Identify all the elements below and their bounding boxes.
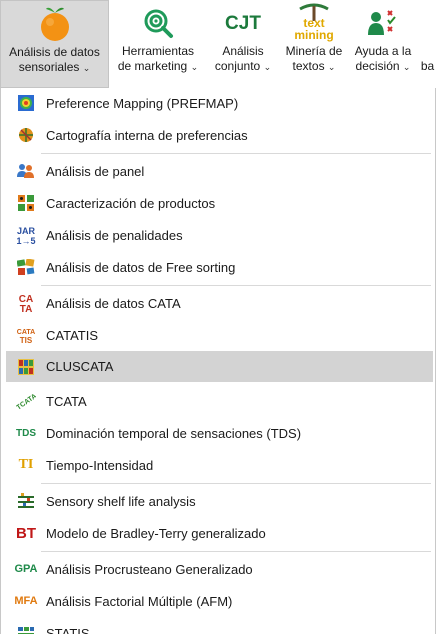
ribbon-text-mining-button[interactable]: text mining Minería de textos ⌄: [281, 0, 347, 88]
menu-item-mfa[interactable]: MFA Análisis Factorial Múltiple (AFM): [6, 586, 433, 616]
ribbon-label-line1: Herramientas: [121, 44, 195, 58]
ribbon-toolbar: Análisis de datos sensoriales ⌄ Herramie…: [0, 0, 436, 89]
menu-item-label: CLUSCATA: [46, 359, 114, 374]
product-grid-icon: [6, 195, 46, 211]
svg-text:mining: mining: [294, 28, 333, 42]
menu-item-label: Sensory shelf life analysis: [46, 493, 196, 509]
chevron-down-icon: ⌄: [82, 63, 91, 73]
ti-icon: TI: [18, 457, 34, 472]
ribbon-decision-support-button[interactable]: Ayuda a la decisión ⌄: [349, 0, 417, 88]
menu-item-prefmap[interactable]: Preference Mapping (PREFMAP): [6, 88, 433, 118]
text-mining-icon: text mining: [292, 2, 336, 44]
ribbon-label-line2: sensoriales: [18, 60, 80, 74]
ribbon-sensory-analysis-button[interactable]: Análisis de datos sensoriales ⌄: [0, 0, 109, 88]
menu-item-time-intensity[interactable]: TI Tiempo-Intensidad: [6, 450, 433, 480]
chevron-down-icon: ⌄: [402, 62, 411, 72]
menu-item-label: CATATIS: [46, 327, 98, 343]
cata-icon: CA TA: [6, 293, 46, 313]
menu-separator: [41, 551, 431, 552]
ribbon-label-line2: conjunto: [214, 59, 261, 73]
menu-item-label: Modelo de Bradley-Terry generalizado: [46, 525, 266, 541]
ribbon-conjoint-button[interactable]: CJT Análisis conjunto ⌄: [207, 0, 279, 88]
ribbon-label-line1: Análisis de datos: [9, 45, 100, 59]
cluscata-icon: [6, 358, 46, 375]
panel-people-icon: [6, 163, 46, 179]
menu-item-catatis[interactable]: CATA TIS CATATIS: [6, 320, 433, 350]
orange-fruit-icon: [38, 3, 72, 45]
menu-item-label: Análisis de penalidades: [46, 227, 183, 243]
svg-text:TA: TA: [20, 304, 33, 313]
svg-text:CATA: CATA: [17, 329, 35, 336]
free-sorting-icon: [6, 259, 46, 275]
bt-icon: BT: [16, 524, 36, 542]
menu-item-gpa[interactable]: GPA Análisis Procrusteano Generalizado: [6, 554, 433, 584]
menu-item-product-characterization[interactable]: Caracterización de productos: [6, 188, 433, 218]
menu-item-label: TCATA: [46, 393, 87, 409]
ribbon-label-line2: de marketing: [117, 59, 188, 73]
menu-item-label: STATIS: [46, 625, 90, 634]
menu-item-tcata[interactable]: TCATA TCATA: [6, 386, 433, 416]
menu-item-cata-analysis[interactable]: CA TA Análisis de datos CATA: [6, 288, 433, 318]
menu-item-label: Preference Mapping (PREFMAP): [46, 95, 239, 111]
menu-item-panel-analysis[interactable]: Análisis de panel: [6, 156, 433, 186]
menu-separator: [41, 153, 431, 154]
menu-item-label: Cartografía interna de preferencias: [46, 127, 248, 143]
chevron-down-icon: ⌄: [263, 62, 272, 72]
menu-separator: [41, 285, 431, 286]
menu-separator: [41, 483, 431, 484]
gpa-icon: GPA: [14, 563, 38, 575]
menu-item-label: Tiempo-Intensidad: [46, 457, 154, 473]
menu-item-penalty-analysis[interactable]: JAR 1→5 Análisis de penalidades: [6, 220, 433, 250]
ribbon-label-line1: Ayuda a la: [354, 44, 412, 58]
menu-item-label: Análisis Factorial Múltiple (AFM): [46, 593, 233, 609]
sensory-analysis-dropdown-menu: Preference Mapping (PREFMAP) Cartografía…: [0, 88, 436, 634]
svg-text:TCATA: TCATA: [16, 393, 36, 410]
ribbon-truncated-button[interactable]: ba: [419, 0, 436, 88]
menu-item-cluscata[interactable]: CLUSCATA: [6, 351, 433, 382]
menu-item-tds[interactable]: TDS Dominación temporal de sensaciones (…: [6, 418, 433, 448]
menu-item-label: Análisis de panel: [46, 163, 145, 179]
menu-item-statis[interactable]: STATIS: [6, 618, 433, 634]
chevron-down-icon: ⌄: [327, 62, 336, 72]
svg-text:1→5: 1→5: [16, 236, 35, 245]
menu-item-free-sorting[interactable]: Análisis de datos de Free sorting: [6, 252, 433, 282]
menu-item-label: Análisis de datos de Free sorting: [46, 259, 236, 275]
shelf-life-icon: [6, 493, 46, 509]
tds-icon: TDS: [16, 427, 36, 439]
jar-icon: JAR 1→5: [6, 225, 46, 245]
ribbon-label-line2: textos: [292, 59, 325, 73]
ribbon-label-line2: ba: [420, 59, 435, 73]
chevron-down-icon: ⌄: [190, 62, 199, 72]
catatis-icon: CATA TIS: [6, 325, 46, 345]
menu-item-label: Dominación temporal de sensaciones (TDS): [46, 425, 302, 441]
ribbon-label-line2: decisión: [355, 59, 400, 73]
menu-item-internal-preference-mapping[interactable]: Cartografía interna de preferencias: [6, 120, 433, 150]
svg-text:TIS: TIS: [20, 336, 33, 345]
menu-item-label: Análisis Procrusteano Generalizado: [46, 561, 253, 577]
menu-item-label: Caracterización de productos: [46, 195, 216, 211]
mfa-icon: MFA: [14, 595, 38, 607]
decision-icon: [366, 2, 400, 44]
ribbon-label-line1: Minería de: [285, 44, 343, 58]
target-magnifier-icon: [142, 2, 174, 44]
statis-icon: [6, 625, 46, 634]
ribbon-label-line1: Análisis: [222, 44, 264, 58]
cjt-text-icon: CJT: [225, 12, 261, 34]
menu-item-sensory-shelf-life[interactable]: Sensory shelf life analysis: [6, 486, 433, 516]
prefmap-icon: [6, 95, 46, 111]
menu-item-label: Análisis de datos CATA: [46, 295, 181, 311]
internal-map-icon: [6, 127, 46, 143]
tcata-icon: TCATA: [6, 392, 46, 410]
menu-item-bradley-terry[interactable]: BT Modelo de Bradley-Terry generalizado: [6, 518, 433, 548]
svg-text:JAR: JAR: [17, 226, 36, 236]
ribbon-marketing-tools-button[interactable]: Herramientas de marketing ⌄: [111, 0, 205, 88]
